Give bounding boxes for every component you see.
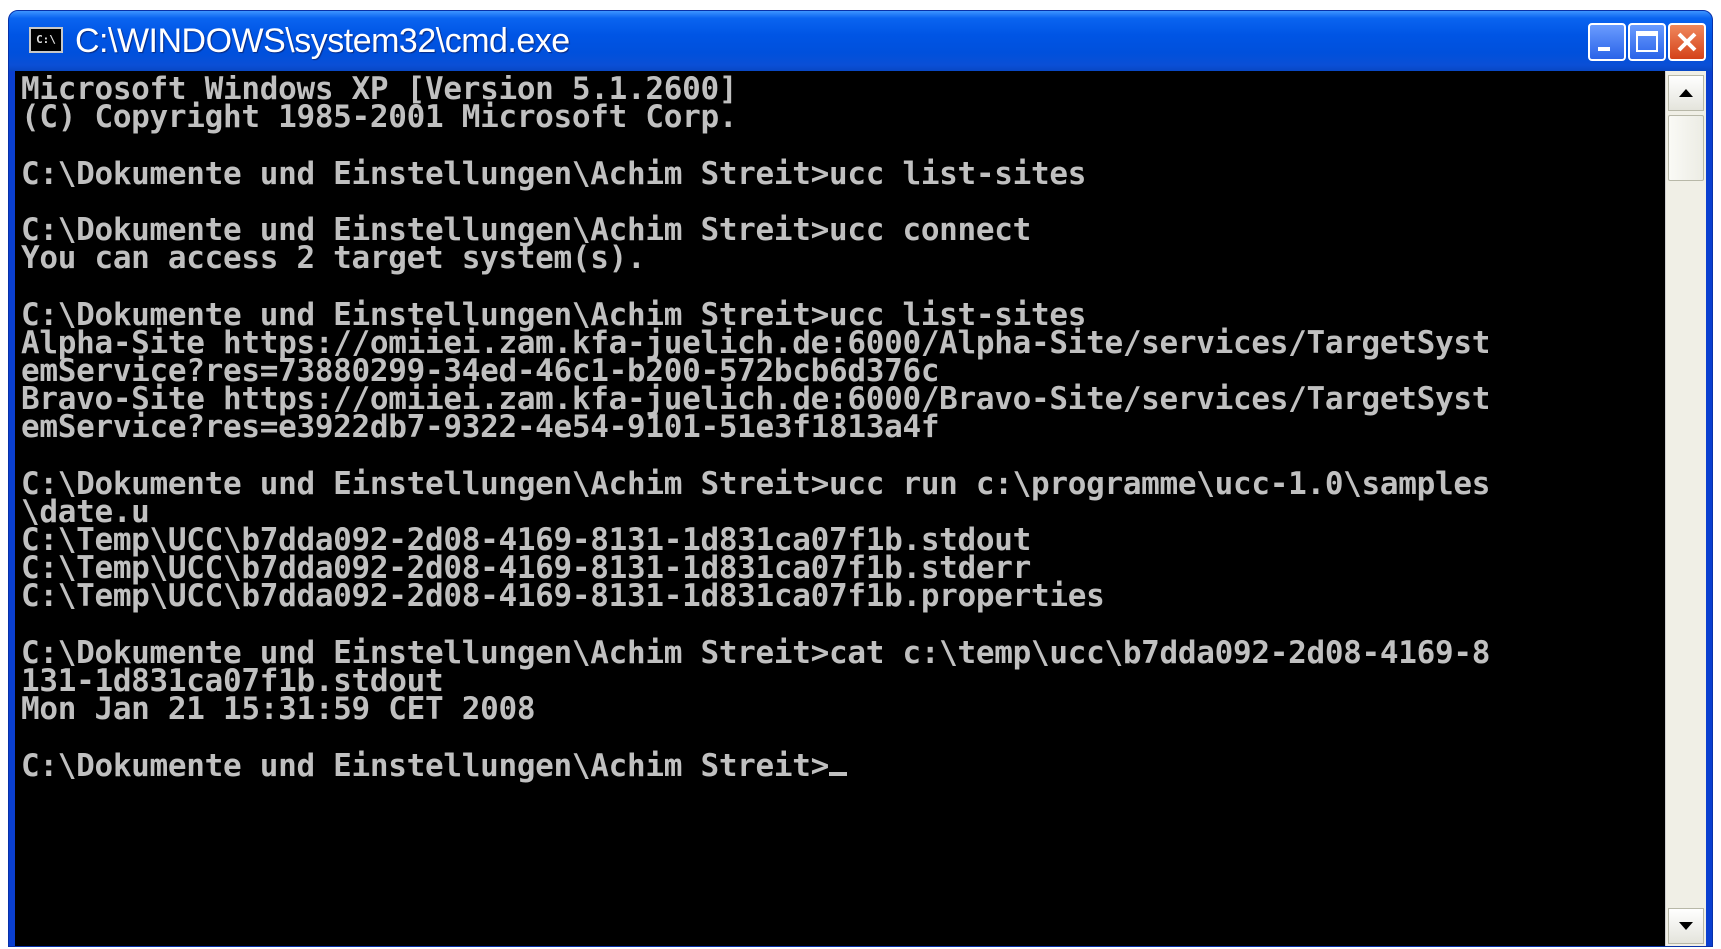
vertical-scrollbar[interactable]	[1665, 71, 1706, 946]
console-icon[interactable]: C:\	[29, 27, 63, 53]
console-line: (C) Copyright 1985-2001 Microsoft Corp.	[21, 99, 738, 136]
title-bar[interactable]: C:\ C:\WINDOWS\system32\cmd.exe	[9, 11, 1712, 71]
console-line: You can access 2 target system(s).	[21, 240, 646, 277]
scroll-up-button[interactable]	[1668, 75, 1704, 111]
close-icon	[1677, 32, 1697, 52]
console-output[interactable]: Microsoft Windows XP [Version 5.1.2600] …	[21, 75, 1681, 947]
cmd-window: C:\ C:\WINDOWS\system32\cmd.exe Microsof…	[8, 10, 1713, 947]
scroll-down-button[interactable]	[1668, 908, 1704, 944]
command-prompt: C:\Dokumente und Einstellungen\Achim Str…	[21, 747, 829, 784]
minimize-icon	[1598, 47, 1610, 51]
prompt-line[interactable]: C:\Dokumente und Einstellungen\Achim Str…	[21, 750, 1681, 781]
maximize-button[interactable]	[1628, 23, 1666, 61]
console-line: C:\Temp\UCC\b7dda092-2d08-4169-8131-1d83…	[21, 578, 1105, 615]
console-line: C:\Dokumente und Einstellungen\Achim Str…	[21, 465, 1491, 502]
console-line: C:\Dokumente und Einstellungen\Achim Str…	[21, 155, 1087, 192]
window-title: C:\WINDOWS\system32\cmd.exe	[75, 22, 570, 60]
minimize-button[interactable]	[1588, 23, 1626, 61]
console-line: Mon Jan 21 15:31:59 CET 2008	[21, 691, 536, 728]
maximize-icon	[1636, 31, 1658, 52]
console-area[interactable]: Microsoft Windows XP [Version 5.1.2600] …	[15, 71, 1706, 946]
console-line: emService?res=e3922db7-9322-4e54-9101-51…	[21, 409, 940, 446]
scrollbar-thumb[interactable]	[1668, 115, 1704, 181]
arrow-up-icon	[1679, 89, 1693, 97]
arrow-down-icon	[1679, 922, 1693, 930]
text-cursor	[829, 771, 847, 776]
close-button[interactable]	[1668, 23, 1706, 61]
